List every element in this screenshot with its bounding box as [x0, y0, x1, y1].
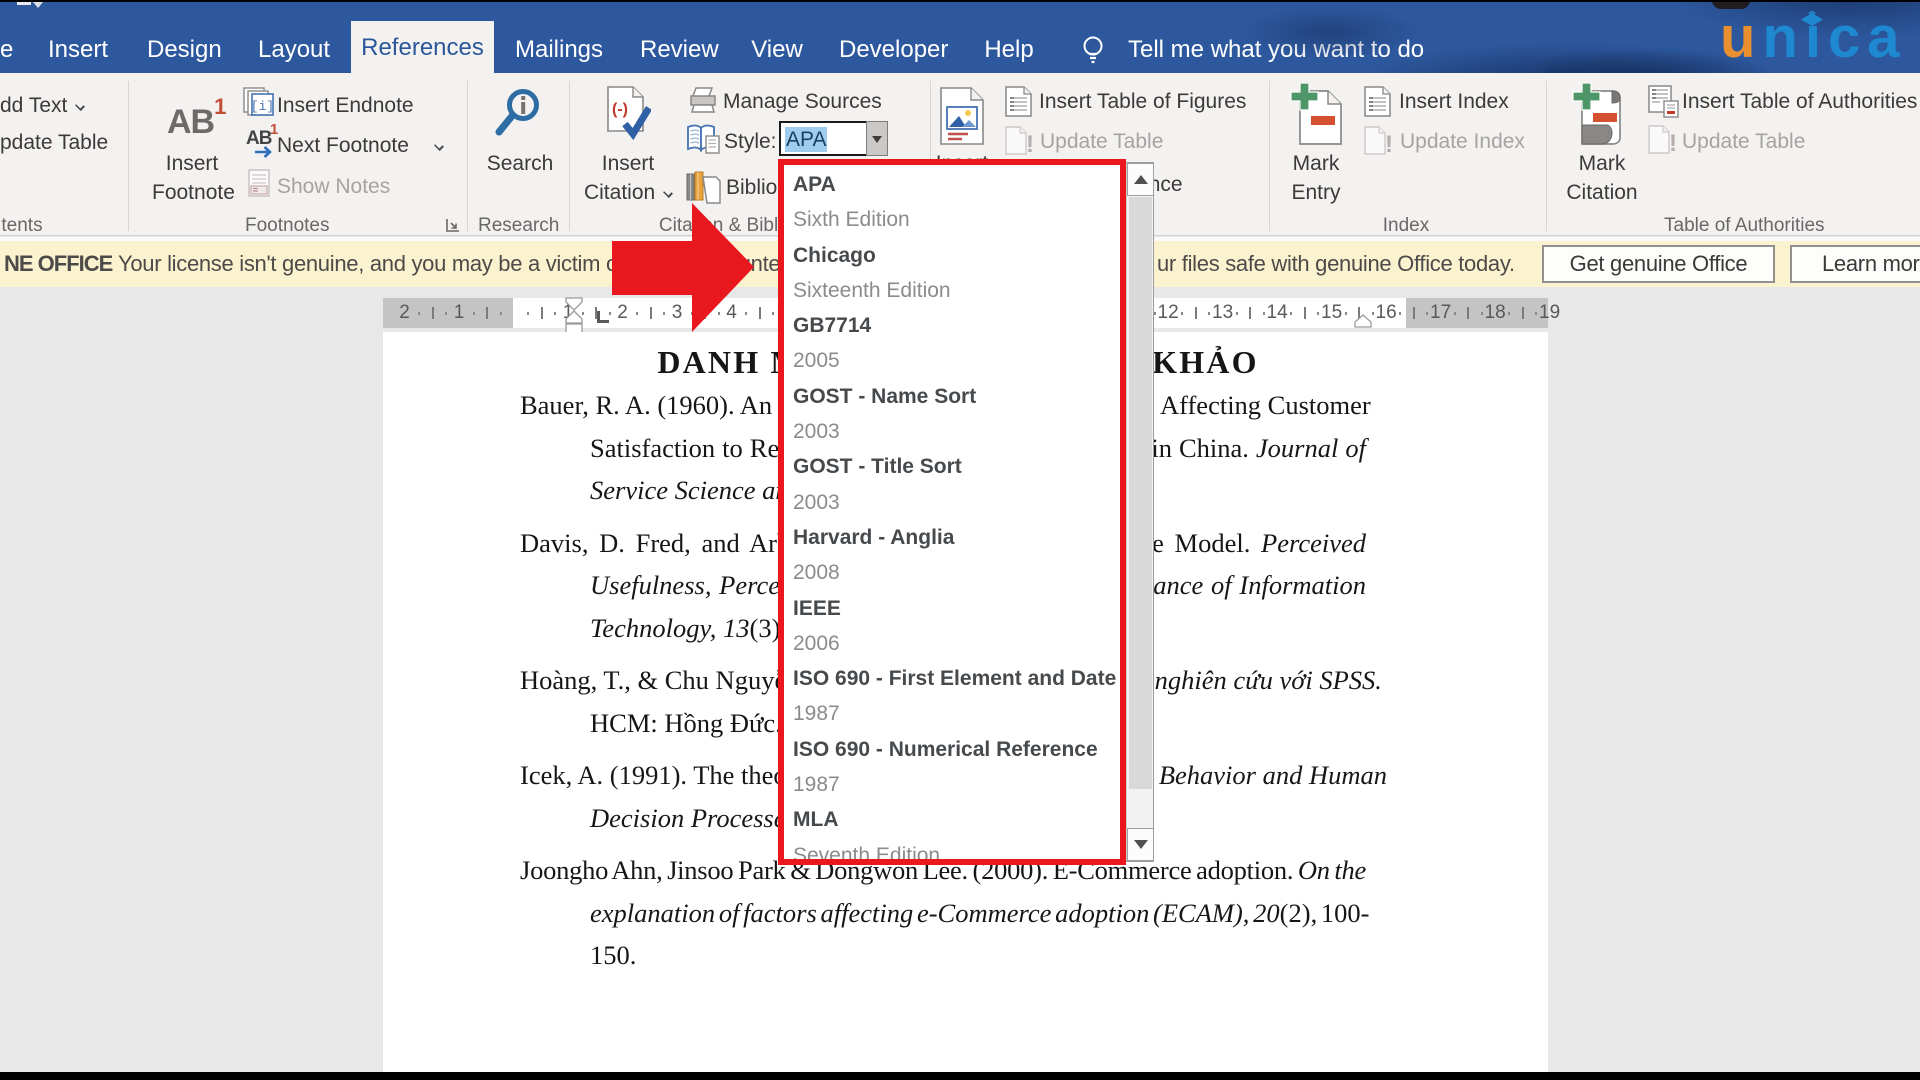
- svg-text:!: !: [1385, 131, 1393, 156]
- svg-text:!: !: [1026, 131, 1034, 156]
- svg-text:[i]: [i]: [251, 99, 274, 114]
- svg-text:!: !: [1669, 130, 1677, 155]
- svg-text:(-): (-): [612, 101, 628, 118]
